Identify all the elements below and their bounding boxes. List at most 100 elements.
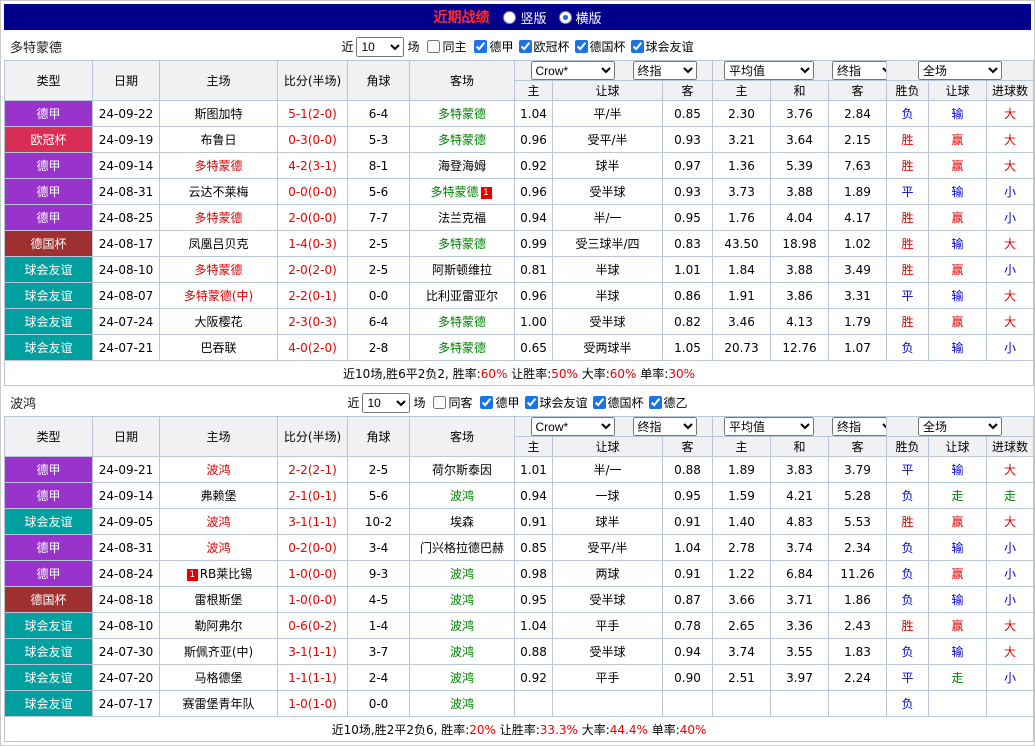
away-team-link[interactable]: 波鸿 [450, 567, 474, 581]
home-team-link[interactable]: RB莱比锡 [200, 567, 253, 581]
home-team-link[interactable]: 巴吞联 [200, 341, 236, 355]
home-team-link[interactable]: 云达不莱梅 [188, 185, 248, 199]
league-checkbox[interactable] [631, 40, 644, 53]
league-checkbox[interactable] [474, 40, 487, 53]
competition-badge: 球会友谊 [5, 613, 93, 639]
result-goals: 大 [987, 153, 1034, 179]
match-filters: 近 10 场 同客 德甲球会友谊德国杯德乙 [347, 393, 687, 413]
avg-group-header: 平均值终指 [713, 417, 887, 437]
avg-final-select[interactable]: 终指 [832, 61, 887, 80]
recent-count-select[interactable]: 10 [356, 37, 404, 57]
home-team-link[interactable]: 多特蒙德(中) [184, 289, 253, 303]
away-team-link[interactable]: 多特蒙德 [430, 185, 478, 199]
home-team-link[interactable]: 斯佩齐亚(中) [184, 645, 253, 659]
league-filter[interactable]: 球会友谊 [525, 394, 588, 411]
away-team-link[interactable]: 多特蒙德 [438, 315, 486, 329]
same-venue-checkbox[interactable] [433, 396, 446, 409]
league-filter[interactable]: 德甲 [474, 38, 513, 55]
scope-select[interactable]: 全场 [918, 61, 1002, 80]
home-team-link[interactable]: 凤凰吕贝克 [188, 237, 248, 251]
result-outcome: 负 [887, 639, 929, 665]
league-filter[interactable]: 欧冠杯 [519, 38, 570, 55]
avg-select[interactable]: 平均值 [724, 417, 814, 436]
home-team-link[interactable]: 大阪樱花 [194, 315, 242, 329]
home-team-link[interactable]: 弗赖堡 [200, 489, 236, 503]
away-team-link[interactable]: 波鸿 [450, 619, 474, 633]
avg-away-odds: 2.84 [829, 101, 887, 127]
odds-final-select[interactable]: 终指 [633, 61, 697, 80]
home-team-link[interactable]: 多特蒙德 [194, 211, 242, 225]
away-team-link[interactable]: 波鸿 [450, 593, 474, 607]
home-team-link[interactable]: 马格德堡 [194, 671, 242, 685]
home-team-link[interactable]: 勒阿弗尔 [194, 619, 242, 633]
same-venue-filter[interactable]: 同主 [427, 38, 466, 55]
competition-badge: 德甲 [5, 179, 93, 205]
home-team-link[interactable]: 赛雷堡青年队 [182, 697, 254, 711]
away-team-link[interactable]: 多特蒙德 [438, 133, 486, 147]
league-checkbox[interactable] [525, 396, 538, 409]
odds-handicap: 受半球 [553, 639, 663, 665]
home-team-link[interactable]: 波鸿 [206, 515, 230, 529]
league-filter[interactable]: 德乙 [649, 394, 688, 411]
away-team-link[interactable]: 波鸿 [450, 489, 474, 503]
view-option[interactable]: 横版 [559, 8, 602, 27]
avg-final-select[interactable]: 终指 [832, 417, 887, 436]
away-team-link[interactable]: 海登海姆 [438, 159, 486, 173]
odds-home: 0.91 [515, 509, 553, 535]
home-team-link[interactable]: 波鸿 [206, 541, 230, 555]
league-filter[interactable]: 德国杯 [575, 38, 626, 55]
league-checkbox[interactable] [519, 40, 532, 53]
avg-home-odds: 2.65 [713, 613, 771, 639]
same-venue-checkbox[interactable] [427, 40, 440, 53]
corners: 0-0 [348, 283, 410, 309]
away-team-link[interactable]: 波鸿 [450, 697, 474, 711]
odds-company-select[interactable]: Crow* [531, 417, 615, 436]
away-team-link[interactable]: 埃森 [450, 515, 474, 529]
odds-home: 0.96 [515, 283, 553, 309]
league-filter[interactable]: 球会友谊 [631, 38, 694, 55]
home-team-link[interactable]: 多特蒙德 [194, 263, 242, 277]
away-team-cell: 波鸿 [410, 691, 515, 717]
league-checkbox[interactable] [649, 396, 662, 409]
radio-icon[interactable] [503, 11, 516, 24]
league-checkbox[interactable] [593, 396, 606, 409]
same-venue-filter[interactable]: 同客 [433, 394, 472, 411]
home-team-link[interactable]: 雷根斯堡 [194, 593, 242, 607]
away-team-link[interactable]: 波鸿 [450, 671, 474, 685]
odds-handicap: 球半 [553, 153, 663, 179]
radio-icon[interactable] [559, 11, 572, 24]
away-team-link[interactable]: 法兰克福 [438, 211, 486, 225]
away-team-link[interactable]: 阿斯顿维拉 [432, 263, 492, 277]
result-handicap: 输 [929, 457, 987, 483]
home-team-link[interactable]: 多特蒙德 [194, 159, 242, 173]
league-filter[interactable]: 德甲 [480, 394, 519, 411]
away-team-link[interactable]: 波鸿 [450, 645, 474, 659]
avg-home-odds: 2.51 [713, 665, 771, 691]
league-filter[interactable]: 德国杯 [593, 394, 644, 411]
recent-count-select[interactable]: 10 [362, 393, 410, 413]
match-row: 德甲24-08-241RB莱比锡1-0(0-0)9-3波鸿0.98两球0.911… [5, 561, 1034, 587]
away-team-cell: 门兴格拉德巴赫 [410, 535, 515, 561]
odds-final-select[interactable]: 终指 [633, 417, 697, 436]
away-team-link[interactable]: 多特蒙德 [438, 107, 486, 121]
scope-select[interactable]: 全场 [918, 417, 1002, 436]
home-team-link[interactable]: 波鸿 [206, 463, 230, 477]
away-team-link[interactable]: 荷尔斯泰因 [432, 463, 492, 477]
away-team-link[interactable]: 多特蒙德 [438, 237, 486, 251]
odds-company-select[interactable]: Crow* [531, 61, 615, 80]
result-outcome: 负 [887, 535, 929, 561]
away-team-link[interactable]: 多特蒙德 [438, 341, 486, 355]
result-goals: 大 [987, 101, 1034, 127]
col-header-score: 比分(半场) [278, 417, 348, 457]
avg-select[interactable]: 平均值 [724, 61, 814, 80]
avg-draw-odds: 3.97 [771, 665, 829, 691]
away-team-link[interactable]: 比利亚雷亚尔 [426, 289, 498, 303]
home-team-link[interactable]: 斯图加特 [194, 107, 242, 121]
league-checkbox[interactable] [480, 396, 493, 409]
avg-home-odds: 1.89 [713, 457, 771, 483]
corners: 2-5 [348, 457, 410, 483]
away-team-link[interactable]: 门兴格拉德巴赫 [420, 541, 504, 555]
league-checkbox[interactable] [575, 40, 588, 53]
home-team-link[interactable]: 布鲁日 [200, 133, 236, 147]
view-option[interactable]: 竖版 [503, 8, 546, 27]
